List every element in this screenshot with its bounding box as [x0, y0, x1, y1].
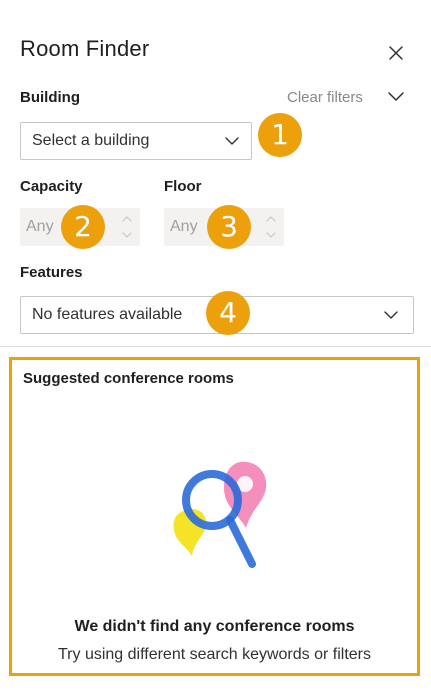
empty-state-subtitle: Try using different search keywords or f…	[57, 646, 371, 663]
chevron-up-icon[interactable]	[119, 212, 135, 226]
callout-badge-2: 2	[61, 205, 105, 249]
chevron-down-icon	[384, 311, 398, 319]
floor-value: Any	[170, 218, 198, 235]
empty-search-illustration-icon	[173, 461, 267, 568]
panel-title: Room Finder	[20, 36, 150, 61]
section-divider	[0, 346, 431, 347]
building-dropdown[interactable]: Select a building	[20, 122, 252, 160]
features-dropdown-value: No features available	[32, 306, 183, 323]
collapse-filters-button[interactable]	[384, 86, 408, 108]
clear-filters-link[interactable]: Clear filters	[287, 89, 363, 106]
capacity-label: Capacity	[20, 178, 83, 195]
chevron-down-icon	[388, 92, 404, 101]
suggested-rooms-title: Suggested conference rooms	[23, 370, 234, 387]
building-label: Building	[20, 89, 80, 106]
suggested-rooms-section: Suggested conference rooms We didn't fin…	[9, 357, 420, 676]
floor-label: Floor	[164, 178, 202, 195]
callout-badge-1: 1	[258, 113, 302, 157]
empty-state-title: We didn't find any conference rooms	[74, 618, 355, 635]
chevron-down-icon[interactable]	[263, 228, 279, 242]
close-button[interactable]	[383, 40, 409, 66]
capacity-value: Any	[26, 218, 54, 235]
building-dropdown-value: Select a building	[32, 132, 150, 149]
chevron-down-icon[interactable]	[119, 228, 135, 242]
features-label: Features	[20, 264, 83, 281]
callout-badge-3: 3	[207, 205, 251, 249]
close-icon	[389, 46, 403, 60]
callout-badge-4: 4	[206, 291, 250, 335]
room-finder-panel: Room Finder Building Clear filters Selec…	[0, 0, 431, 697]
chevron-down-icon	[225, 137, 239, 145]
chevron-up-icon[interactable]	[263, 212, 279, 226]
